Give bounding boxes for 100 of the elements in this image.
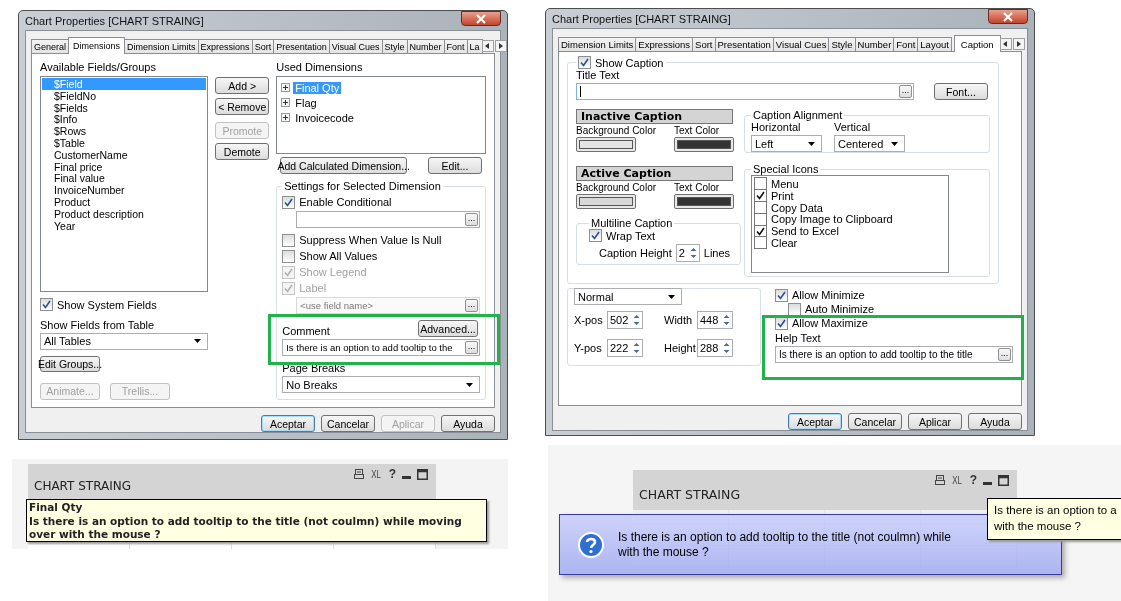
color-swatch[interactable] (576, 137, 636, 152)
tab[interactable]: Expressions (197, 39, 253, 53)
tab[interactable]: Dimension Limits (124, 39, 199, 53)
button[interactable]: Cancelar (848, 413, 902, 430)
tab[interactable]: Style (381, 39, 408, 53)
button[interactable]: Edit... (428, 157, 482, 174)
dropdown[interactable]: No Breaks (282, 376, 480, 393)
dropdown[interactable]: Left (751, 135, 822, 152)
checkbox[interactable] (775, 288, 788, 302)
spin-field[interactable]: 222 (607, 339, 643, 357)
tab[interactable]: Font (893, 37, 919, 51)
tab[interactable]: Expressions (635, 37, 694, 51)
button[interactable]: Demote (215, 143, 270, 160)
tree-item[interactable]: Invoicecode (293, 111, 356, 124)
button[interactable]: Aceptar (788, 413, 842, 430)
color-swatch[interactable] (674, 194, 735, 209)
scroll-right-button[interactable] (1012, 37, 1025, 50)
color-swatch[interactable] (576, 194, 636, 209)
dropdown[interactable]: Normal (574, 288, 682, 305)
checkbox[interactable] (282, 233, 296, 247)
browse-button[interactable]: ... (899, 85, 912, 98)
checkbox[interactable] (578, 56, 591, 69)
close-button[interactable] (988, 9, 1028, 24)
spin-arrows-icon[interactable] (632, 313, 641, 327)
button[interactable]: Aceptar (261, 415, 315, 432)
list-item[interactable]: Final price (42, 160, 207, 173)
font-button[interactable]: Font... (934, 83, 988, 100)
tab[interactable]: General (31, 39, 70, 53)
label-field[interactable]: <use field name> ... (296, 297, 480, 314)
browse-button[interactable]: ... (465, 341, 478, 354)
tree-item[interactable]: Flag (293, 96, 319, 109)
tab[interactable]: Sort (692, 37, 716, 51)
color-swatch[interactable] (674, 137, 735, 152)
button[interactable]: Aplicar (908, 413, 962, 430)
maximize-icon[interactable] (417, 468, 428, 480)
condition-field[interactable]: ... (296, 211, 480, 228)
title-text-field[interactable]: ... (576, 83, 914, 100)
checkbox[interactable] (282, 249, 296, 263)
tab[interactable]: Presentation (273, 39, 330, 53)
tab[interactable]: Visual Cues (772, 37, 830, 51)
spin-arrows-icon[interactable] (722, 313, 731, 327)
spin-field[interactable]: 448 (697, 311, 733, 329)
print-icon[interactable] (354, 469, 365, 479)
list-item[interactable]: $Info (42, 113, 207, 126)
tab[interactable]: Caption (953, 35, 1001, 52)
excel-button[interactable]: XL (371, 468, 382, 480)
tab[interactable]: Font (443, 39, 468, 53)
checkbox[interactable] (282, 195, 296, 209)
list-item[interactable]: $FieldNo (42, 89, 207, 102)
advanced-button[interactable]: Advanced... (418, 320, 478, 337)
browse-button[interactable]: ... (465, 299, 478, 312)
spin-arrows-icon[interactable] (722, 341, 731, 355)
checkbox[interactable] (754, 236, 767, 250)
list-item[interactable]: Product description (42, 207, 207, 220)
dropdown[interactable]: All Tables (40, 333, 209, 350)
list-item[interactable]: $Table (42, 137, 207, 149)
checkbox[interactable] (40, 298, 53, 312)
tab[interactable]: Number (854, 37, 895, 51)
spin-arrows-icon[interactable] (632, 341, 641, 355)
tab[interactable]: Visual Cues (328, 39, 383, 53)
excel-button[interactable]: XL (952, 474, 963, 486)
button[interactable]: Add > (215, 77, 270, 94)
list-item[interactable]: $Fields (42, 101, 207, 114)
expand-icon[interactable] (281, 113, 291, 122)
help-button[interactable]: ? (388, 467, 396, 481)
edit-groups-button[interactable]: Edit Groups... (40, 355, 100, 372)
tab[interactable]: Layout (917, 37, 952, 51)
tab[interactable]: Presentation (714, 37, 774, 51)
checkbox[interactable] (788, 302, 801, 316)
button[interactable]: Cancelar (321, 415, 375, 432)
tab[interactable]: Number (406, 39, 445, 53)
list-item[interactable]: InvoiceNumber (42, 184, 207, 196)
list-item[interactable]: Product (42, 195, 207, 208)
scroll-right-button[interactable] (494, 39, 507, 52)
spin-field[interactable]: 288 (697, 339, 733, 357)
checkbox[interactable] (589, 229, 602, 242)
print-icon[interactable] (935, 475, 946, 485)
help-button[interactable]: ? (969, 473, 977, 487)
tab[interactable]: Dimensions (68, 37, 126, 54)
spin-field[interactable]: 2 (675, 244, 700, 262)
expand-icon[interactable] (281, 98, 291, 107)
tab[interactable]: Dimension Limits (558, 37, 637, 51)
list-item[interactable]: CustomerName (42, 148, 207, 161)
browse-button[interactable]: ... (998, 348, 1011, 361)
button[interactable]: Ayuda (968, 413, 1022, 430)
expand-icon[interactable] (281, 83, 291, 92)
comment-field[interactable]: Is there is an option to add tooltip to the ... (282, 339, 480, 356)
dropdown[interactable]: Centered (834, 135, 905, 152)
spin-arrows-icon[interactable] (688, 246, 698, 260)
list-item[interactable]: Year (42, 219, 207, 232)
list-item[interactable]: Final value (42, 172, 207, 185)
button[interactable]: < Remove (215, 98, 270, 115)
help-text-field[interactable]: Is there is an option to add tooltip to the title ... (775, 346, 1013, 363)
spin-field[interactable]: 502 (607, 311, 643, 329)
tab[interactable]: Style (828, 37, 856, 51)
maximize-icon[interactable] (998, 474, 1009, 486)
browse-button[interactable]: ... (465, 213, 478, 226)
list-item[interactable]: $Rows (42, 125, 207, 137)
close-button[interactable] (461, 11, 501, 26)
button[interactable]: Ayuda (441, 415, 495, 432)
